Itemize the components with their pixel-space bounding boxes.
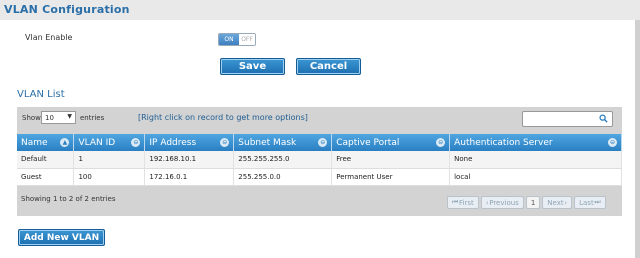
chevron-right-icon: ›: [563, 198, 568, 207]
page-size-select[interactable]: 10 ▼: [41, 111, 76, 124]
previous-page-button[interactable]: ‹ Previous: [480, 196, 524, 209]
sort-icon: ⊖: [436, 138, 446, 147]
column-label: VLAN ID: [78, 137, 116, 148]
cell-name: Guest: [17, 168, 75, 186]
next-page-button[interactable]: Next ›: [542, 196, 573, 209]
cell-vlan-id: 1: [73, 151, 146, 169]
next-label: Next: [547, 198, 564, 207]
page-title: VLAN Configuration: [4, 3, 130, 16]
cell-captive-portal: Permanent User: [331, 168, 451, 186]
sort-icon: ⊖: [220, 138, 230, 147]
cell-ip-address: 192.168.10.1: [144, 151, 235, 169]
cell-authentication-server: local: [449, 168, 622, 186]
column-header-captive-portal[interactable]: Captive Portal ⊖: [331, 134, 451, 151]
entries-label: entries: [80, 114, 105, 122]
sort-icon: ⊖: [608, 138, 617, 147]
column-header-name[interactable]: Name ▲: [17, 134, 75, 151]
previous-label: Previous: [489, 198, 519, 207]
cell-captive-portal: Free: [331, 151, 451, 169]
page-size-value: 10: [45, 113, 54, 122]
current-page-button[interactable]: 1: [525, 196, 541, 209]
chevron-down-icon: ▼: [67, 113, 72, 120]
sort-icon: ⊖: [131, 138, 141, 147]
last-label: Last: [579, 198, 594, 207]
first-icon: ⏮: [452, 198, 459, 206]
toggle-off-label: OFF: [239, 34, 255, 45]
table-header-row: Name ▲ VLAN ID ⊖ IP Address ⊖ Subnet Mask ⊖ …: [17, 134, 622, 151]
pagination: ⏮ First ‹ Previous 1 Next › Last ⏭: [447, 196, 606, 209]
add-new-vlan-button[interactable]: Add New VLAN: [18, 229, 105, 246]
vlan-list-title: VLAN List: [17, 89, 65, 100]
last-icon: ⏭: [593, 198, 601, 206]
column-header-subnet-mask[interactable]: Subnet Mask ⊖: [233, 134, 333, 151]
save-button[interactable]: Save: [220, 58, 285, 75]
column-header-vlan-id[interactable]: VLAN ID ⊖: [73, 134, 146, 151]
vlan-enable-toggle[interactable]: ON OFF: [218, 33, 256, 46]
table-row[interactable]: Default 1 192.168.10.1 255.255.255.0 Fre…: [17, 151, 622, 169]
first-page-button[interactable]: ⏮ First: [447, 196, 479, 209]
cell-authentication-server: None: [449, 151, 622, 169]
page-header: VLAN Configuration: [0, 0, 640, 20]
sort-asc-icon: ▲: [60, 138, 70, 147]
table-toolbar: Show 10 ▼ entries [Right click on record…: [17, 107, 622, 134]
table-footer: Showing 1 to 2 of 2 entries ⏮ First ‹ Pr…: [17, 186, 622, 216]
column-label: Name: [21, 137, 48, 148]
sort-icon: ⊖: [318, 138, 328, 147]
cell-subnet-mask: 255.255.255.0: [233, 151, 333, 169]
search-icon: [599, 114, 608, 123]
vlan-table: Name ▲ VLAN ID ⊖ IP Address ⊖ Subnet Mask ⊖ …: [17, 134, 622, 186]
cell-subnet-mask: 255.255.0.0: [233, 168, 333, 186]
column-label: Captive Portal: [336, 137, 400, 148]
entries-info: Showing 1 to 2 of 2 entries: [21, 195, 116, 203]
toggle-on-label: ON: [219, 34, 239, 45]
last-page-button[interactable]: Last ⏭: [574, 196, 606, 209]
column-label: IP Address: [149, 137, 197, 148]
cell-ip-address: 172.16.0.1: [144, 168, 235, 186]
table-row[interactable]: Guest 100 172.16.0.1 255.255.0.0 Permane…: [17, 168, 622, 186]
column-header-authentication-server[interactable]: Authentication Server ⊖: [449, 134, 622, 151]
cell-vlan-id: 100: [73, 168, 146, 186]
column-label: Authentication Server: [454, 137, 553, 148]
column-header-ip-address[interactable]: IP Address ⊖: [144, 134, 235, 151]
search-input[interactable]: [522, 111, 613, 127]
vlan-enable-label: Vlan Enable: [25, 33, 73, 42]
cell-name: Default: [17, 151, 75, 169]
show-label: Show: [22, 114, 41, 122]
context-menu-hint: [Right click on record to get more optio…: [138, 113, 308, 122]
column-label: Subnet Mask: [238, 137, 297, 148]
first-label: First: [459, 198, 474, 207]
cancel-button[interactable]: Cancel: [296, 58, 361, 75]
scroll-edge: [635, 20, 640, 258]
